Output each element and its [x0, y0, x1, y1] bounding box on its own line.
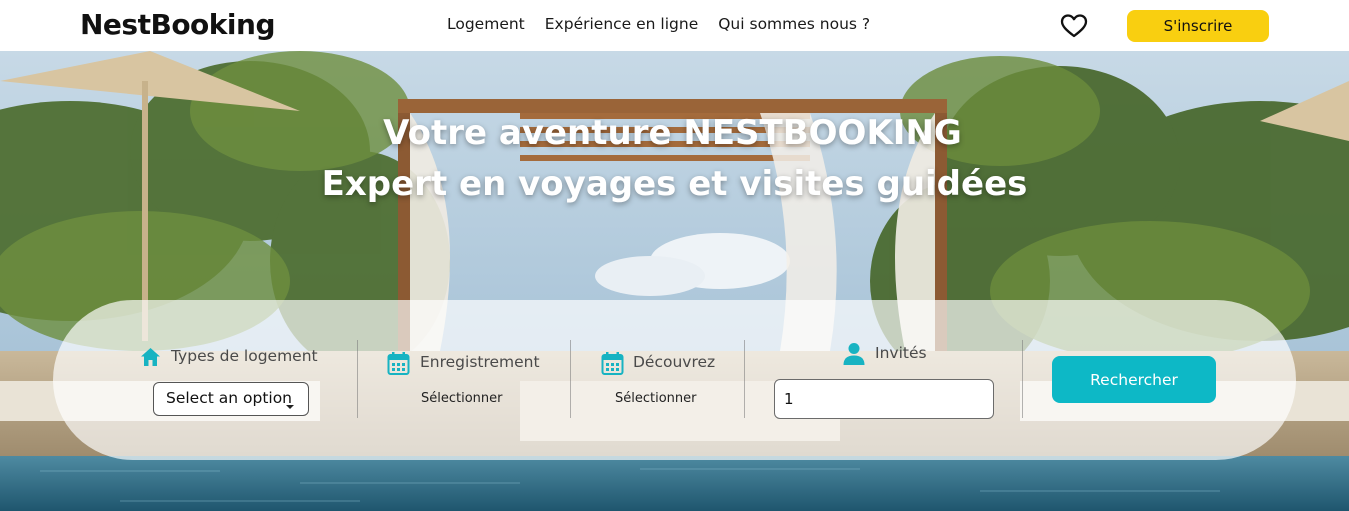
nav-link-about[interactable]: Qui sommes nous ?	[718, 15, 870, 33]
field-divider	[744, 340, 745, 418]
search-panel: Types de logement Select an option Enreg…	[53, 300, 1296, 460]
guests-input[interactable]	[774, 379, 994, 419]
calendar-icon	[387, 351, 410, 380]
hero-title-line2: Expert en voyages et visites guidées	[321, 164, 1028, 204]
nav-link-logement[interactable]: Logement	[447, 15, 525, 33]
chevron-down-icon	[286, 397, 294, 409]
discover-label: Découvrez	[633, 353, 716, 371]
field-divider	[1022, 340, 1023, 418]
top-header: NestBooking Logement Expérience en ligne…	[0, 0, 1349, 51]
field-divider	[357, 340, 358, 418]
checkin-label: Enregistrement	[420, 353, 540, 371]
home-icon	[140, 347, 161, 371]
discover-value[interactable]: Sélectionner	[615, 391, 697, 406]
types-select[interactable]: Select an option	[153, 382, 309, 416]
signup-button[interactable]: S'inscrire	[1127, 10, 1269, 42]
hero-title-line1: Votre aventure NESTBOOKING	[383, 113, 962, 153]
nav-link-experience[interactable]: Expérience en ligne	[545, 15, 698, 33]
hero-section: Votre aventure NESTBOOKING Expert en voy…	[0, 51, 1349, 511]
types-select-value: Select an option	[166, 389, 293, 407]
types-label: Types de logement	[171, 347, 318, 365]
search-button[interactable]: Rechercher	[1052, 356, 1216, 403]
checkin-value[interactable]: Sélectionner	[421, 391, 503, 406]
site-logo[interactable]: NestBooking	[80, 8, 275, 41]
calendar-icon	[601, 351, 624, 380]
person-icon	[843, 342, 865, 370]
main-nav: Logement Expérience en ligne Qui sommes …	[447, 15, 890, 33]
field-divider	[570, 340, 571, 418]
guests-label: Invités	[875, 344, 927, 362]
heart-icon[interactable]	[1060, 13, 1088, 39]
